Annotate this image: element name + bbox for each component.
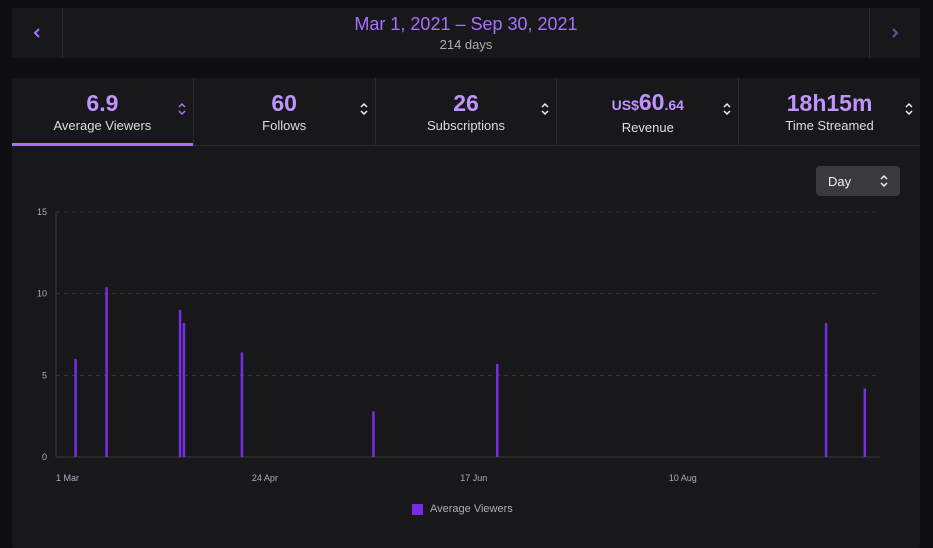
revenue-whole: 60 — [638, 88, 665, 115]
y-tick-label: 15 — [37, 207, 47, 217]
y-tick-label: 5 — [42, 370, 47, 380]
stat-label: Time Streamed — [785, 118, 874, 133]
sort-updown-icon — [360, 102, 368, 116]
stats-tabs: 6.9 Average Viewers 60 Follows 26 Subscr… — [12, 78, 920, 146]
x-tick-label: 1 Mar — [56, 473, 79, 483]
y-tick-label: 10 — [37, 289, 47, 299]
sort-updown-icon — [178, 102, 186, 116]
granularity-select-value: Day — [828, 173, 852, 189]
x-tick-label: 10 Aug — [669, 473, 697, 483]
stat-value: 18h15m — [786, 90, 873, 116]
next-period-button[interactable] — [869, 8, 920, 58]
revenue-currency: US$ — [611, 96, 639, 113]
bar — [74, 359, 77, 457]
sort-updown-icon — [723, 102, 731, 116]
date-range-display[interactable]: Mar 1, 2021 – Sep 30, 2021 214 days — [63, 8, 869, 58]
date-range-label: Mar 1, 2021 – Sep 30, 2021 — [354, 14, 578, 34]
select-updown-icon — [880, 174, 888, 188]
stat-average-viewers[interactable]: 6.9 Average Viewers — [12, 78, 194, 146]
date-range-bar: Mar 1, 2021 – Sep 30, 2021 214 days — [12, 8, 920, 58]
chevron-right-icon — [892, 28, 899, 38]
previous-period-button[interactable] — [12, 8, 63, 58]
date-range-days: 214 days — [439, 37, 493, 52]
bar — [372, 411, 375, 457]
y-tick-label: 0 — [42, 452, 47, 462]
bar — [496, 363, 499, 457]
bar — [240, 352, 244, 457]
stat-subscriptions[interactable]: 26 Subscriptions — [376, 78, 558, 145]
sort-updown-icon — [541, 102, 549, 116]
stat-follows[interactable]: 60 Follows — [194, 78, 376, 145]
legend-label: Average Viewers — [430, 503, 513, 515]
analytics-panel: 6.9 Average Viewers 60 Follows 26 Subscr… — [12, 78, 920, 548]
stat-label: Revenue — [621, 119, 674, 135]
sort-updown-icon — [905, 102, 913, 116]
stat-label: Average Viewers — [53, 118, 152, 133]
legend-swatch — [412, 503, 423, 515]
stat-label: Follows — [262, 118, 307, 133]
revenue-decimal: .64 — [664, 96, 684, 113]
bar — [182, 323, 186, 457]
granularity-select[interactable]: Day — [816, 166, 900, 196]
stat-revenue[interactable]: US$60.64 Revenue — [557, 78, 740, 145]
stat-value: 60 — [271, 90, 297, 116]
average-viewers-chart: 0 5 10 15 1 Mar 24 Apr 17 Jun 10 Aug — [37, 207, 880, 483]
bar — [178, 310, 182, 457]
stat-time-streamed[interactable]: 18h15m Time Streamed — [739, 78, 920, 145]
chart-legend: Average Viewers — [412, 503, 513, 515]
x-tick-label: 24 Apr — [252, 473, 278, 483]
stat-value: US$60.64 — [612, 89, 684, 118]
bar — [863, 388, 867, 457]
chevron-left-icon — [33, 28, 40, 38]
stat-value: 6.9 — [86, 90, 119, 116]
x-tick-label: 17 Jun — [460, 473, 487, 483]
bar — [824, 323, 828, 457]
bar — [105, 287, 108, 457]
stat-label: Subscriptions — [426, 118, 506, 133]
stat-value: 26 — [453, 90, 479, 116]
